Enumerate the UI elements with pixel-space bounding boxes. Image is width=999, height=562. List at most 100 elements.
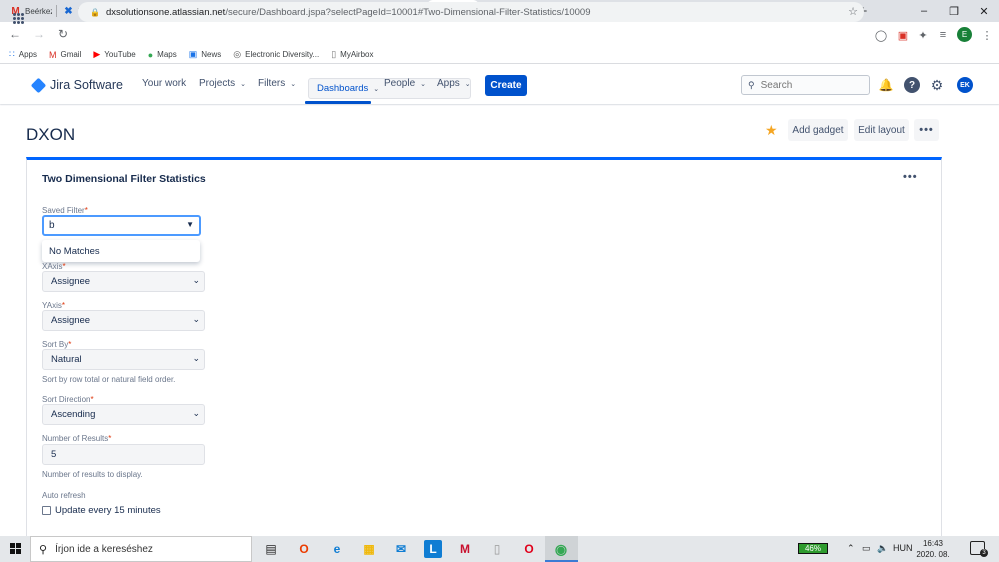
chevron-down-icon: ⌄ <box>290 80 297 88</box>
search-input[interactable] <box>760 79 861 91</box>
maps-icon: ● <box>147 49 154 60</box>
taskbar-search-placeholder: Írjon ide a kereséshez <box>55 543 153 555</box>
nav-item-filters[interactable]: Filters ⌄ <box>258 78 296 89</box>
tray-chevron-up-icon[interactable]: ⌃ <box>847 543 855 554</box>
chrome-menu-icon[interactable]: ⋮ <box>979 27 995 43</box>
notepad-icon[interactable]: ▯ <box>488 540 506 558</box>
favourite-star-icon[interactable]: ★ <box>765 122 778 139</box>
auto-refresh-checkbox[interactable] <box>42 506 51 515</box>
restore-icon[interactable]: ❐ <box>939 0 969 22</box>
reload-icon[interactable]: ↻ <box>51 22 75 46</box>
taskbar-search[interactable]: ⚲ Írjon ide a kereséshez <box>30 536 252 562</box>
sort-direction-label: Sort Direction* <box>42 395 94 404</box>
browser-toolbar: ← → ↻ <box>0 22 999 46</box>
lock-icon: 🔒 <box>90 7 100 17</box>
bookmark-item[interactable]: M Gmail <box>49 50 81 60</box>
yaxis-value: Assignee <box>51 315 91 326</box>
nav-item-your-work[interactable]: Your work <box>142 78 186 89</box>
search-icon: ⚲ <box>39 543 48 556</box>
help-icon[interactable]: ? <box>904 77 920 93</box>
bookmark-item[interactable]: ◎ Electronic Diversity... <box>233 49 319 60</box>
gadget-more-button[interactable]: ••• <box>903 171 918 183</box>
xaxis-label: XAxis* <box>42 262 66 271</box>
close-window-icon[interactable]: ✕ <box>969 0 999 22</box>
auto-refresh-option[interactable]: Update every 15 minutes <box>55 505 161 516</box>
product-name: Jira Software <box>50 78 123 92</box>
address-bar[interactable]: 🔒 dxsolutionsone.atlassian.net/secure/Da… <box>78 2 864 22</box>
browser-tab[interactable]: M Beérkez <box>3 0 56 22</box>
settings-gear-icon[interactable]: ⚙ <box>929 77 945 93</box>
windows-start-icon[interactable] <box>10 543 21 554</box>
extension-circle-icon[interactable]: ◯ <box>873 27 889 43</box>
bookmark-item[interactable]: ∷ Apps <box>9 49 37 60</box>
nav-item-label: People <box>384 78 416 89</box>
task-view-icon[interactable]: ▤ <box>262 540 280 558</box>
nav-item-label: Apps <box>437 78 460 89</box>
saved-filter-label: Saved Filter* <box>42 206 88 215</box>
nav-item-projects[interactable]: Projects ⌄ <box>199 78 246 89</box>
nav-item-apps[interactable]: Apps ⌄ <box>437 78 471 89</box>
sort-by-select[interactable]: Natural ⌄ <box>42 349 205 370</box>
chrome-icon[interactable]: ◉ <box>552 540 570 558</box>
xaxis-value: Assignee <box>51 276 91 287</box>
file-explorer-icon[interactable]: ▦ <box>360 540 378 558</box>
back-icon[interactable]: ← <box>3 22 27 46</box>
lync-app-icon[interactable]: L <box>424 540 442 558</box>
bookmark-item[interactable]: ▶ YouTube <box>93 49 135 60</box>
office-icon[interactable]: O <box>295 540 313 558</box>
chevron-down-icon: ⌄ <box>192 275 200 285</box>
profile-avatar[interactable]: E <box>957 27 972 42</box>
bookmark-star-icon[interactable]: ☆ <box>848 5 858 18</box>
number-of-results-help: Number of results to display. <box>42 470 143 479</box>
saved-filter-input[interactable]: b ▼ <box>42 215 201 236</box>
required-marker: * <box>108 434 112 443</box>
bookmark-label: Apps <box>18 50 37 59</box>
sort-by-value: Natural <box>51 354 82 365</box>
language-indicator[interactable]: HUN <box>893 543 913 553</box>
user-avatar[interactable]: EK <box>957 77 973 93</box>
mail-icon[interactable]: ✉ <box>392 540 410 558</box>
chevron-down-icon: ⌄ <box>192 408 200 418</box>
sort-by-help: Sort by row total or natural field order… <box>42 375 176 384</box>
edit-layout-button[interactable]: Edit layout <box>854 119 909 141</box>
opera-icon[interactable]: O <box>520 540 538 558</box>
number-of-results-input[interactable]: 5 <box>42 444 205 465</box>
search-icon: ⚲ <box>748 79 755 90</box>
search-field[interactable]: ⚲ <box>741 75 870 95</box>
create-button[interactable]: Create <box>485 75 527 96</box>
bookmark-item[interactable]: ▣ News <box>189 49 222 60</box>
bookmark-label: Gmail <box>60 50 82 59</box>
number-of-results-label-text: Number of Results <box>42 434 109 443</box>
xaxis-select[interactable]: Assignee ⌄ <box>42 271 205 292</box>
media-queue-icon[interactable]: ≡ <box>935 27 951 43</box>
bookmark-item[interactable]: ▯ MyAirbox <box>331 49 373 60</box>
clock[interactable]: 16:43 2020. 08. 26. <box>916 538 950 562</box>
nav-item-people[interactable]: People ⌄ <box>384 78 426 89</box>
volume-icon[interactable]: 🔈 <box>877 543 888 554</box>
app-switcher-icon[interactable] <box>13 13 24 24</box>
required-marker: * <box>68 340 72 349</box>
url-path: /secure/Dashboard.jspa?selectPageId=1000… <box>225 6 591 18</box>
apps-icon: ∷ <box>9 49 15 59</box>
bookmark-item[interactable]: ● Maps <box>148 50 177 60</box>
minimize-icon[interactable]: – <box>909 0 939 22</box>
battery-indicator[interactable]: 46% <box>798 543 828 554</box>
yaxis-label-text: YAxis <box>42 301 62 310</box>
jira-logo[interactable]: Jira Software <box>30 77 123 93</box>
add-gadget-button[interactable]: Add gadget <box>788 119 848 141</box>
dashboard-more-button[interactable]: ••• <box>914 119 939 141</box>
edge-icon[interactable]: e <box>328 540 346 558</box>
forward-icon[interactable]: → <box>27 22 51 46</box>
sort-direction-select[interactable]: Ascending ⌄ <box>42 404 205 425</box>
action-center-icon[interactable]: 3 <box>970 541 988 557</box>
clock-time: 16:43 <box>922 539 944 548</box>
battery-icon[interactable]: ▭ <box>862 543 871 554</box>
notifications-icon[interactable]: 🔔 <box>878 77 894 93</box>
puzzle-extensions-icon[interactable]: ✦ <box>915 27 931 43</box>
chevron-down-icon[interactable]: ▼ <box>186 220 194 229</box>
mcafee-icon[interactable]: M <box>456 540 474 558</box>
bookmarks-bar: ∷ Apps M Gmail ▶ YouTube ● Maps ▣ News ◎ Electronic… <box>0 46 999 64</box>
pocket-extension-icon[interactable]: ▣ <box>895 27 911 43</box>
dashboard-title: DXON <box>26 125 76 144</box>
yaxis-select[interactable]: Assignee ⌄ <box>42 310 205 331</box>
